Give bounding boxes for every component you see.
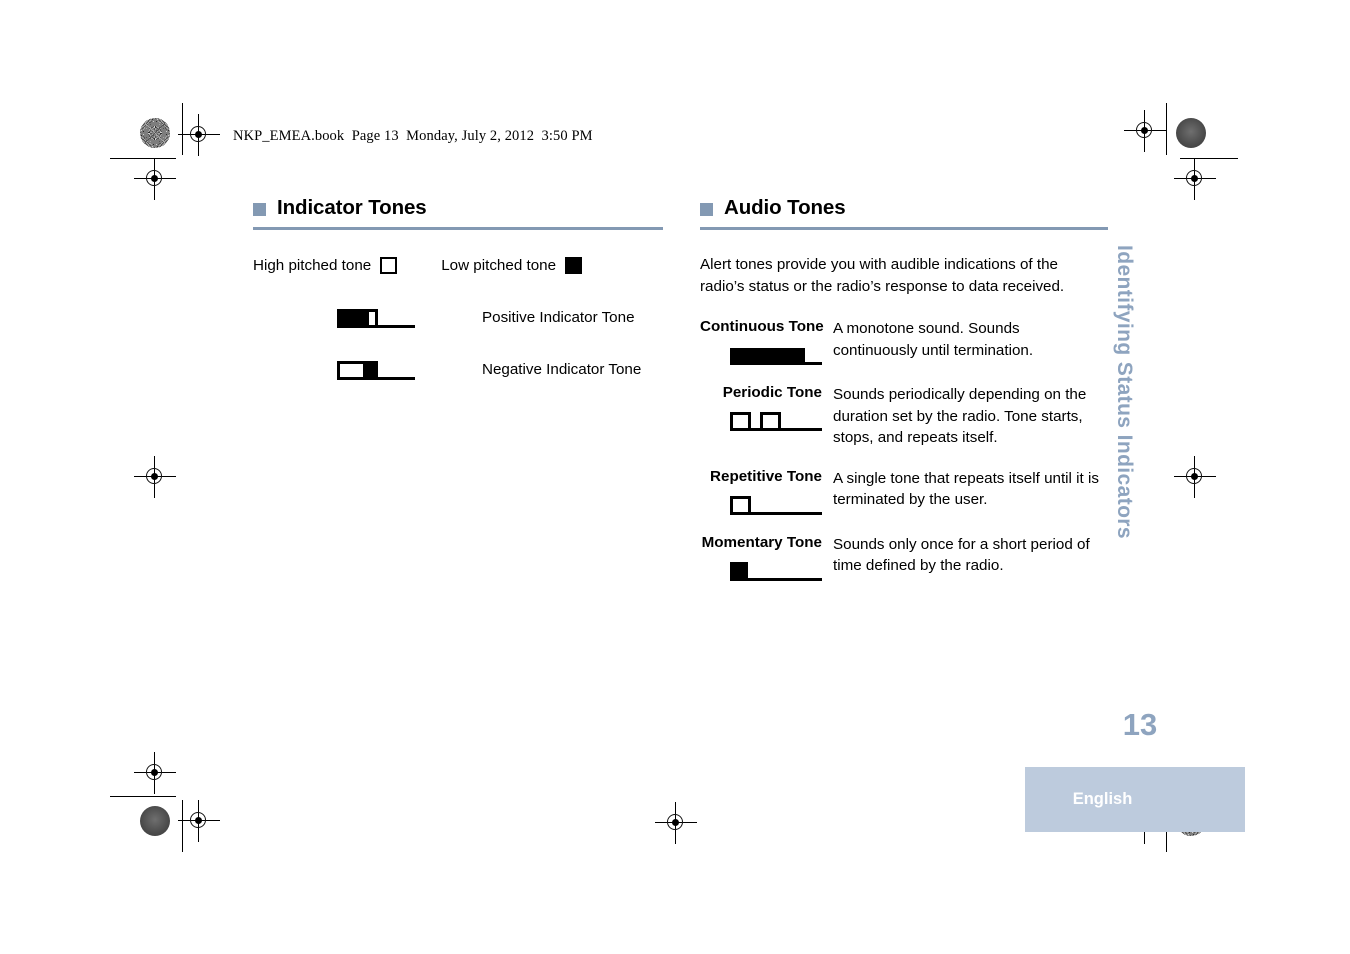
reg-rule-horizontal-top-right xyxy=(1180,158,1238,159)
tone-name-repetitive: Repetitive Tone xyxy=(710,467,822,485)
filled-square-icon xyxy=(565,257,583,274)
tone-left-repetitive: Repetitive Tone xyxy=(700,468,831,515)
indicator-row-negative: Negative Indicator Tone xyxy=(253,358,663,380)
indicator-tones-title: Indicator Tones xyxy=(277,196,427,219)
crosshair-right-upper xyxy=(1174,158,1216,200)
tone-name-continuous: Continuous Tone xyxy=(700,318,824,336)
audio-tones-title: Audio Tones xyxy=(724,196,846,219)
tone-name-periodic: Periodic Tone xyxy=(722,384,822,402)
right-column: Audio Tones Alert tones provide you with… xyxy=(700,196,1108,600)
reg-rule-vertical-top-left xyxy=(182,103,183,155)
crosshair-right-middle xyxy=(1174,456,1216,498)
tone-row-repetitive: Repetitive Tone A single tone that repea… xyxy=(700,468,1108,515)
tone-desc-momentary: Sounds only once for a short period of t… xyxy=(833,535,1090,575)
tone-row-periodic: Periodic Tone Sounds periodically depend… xyxy=(700,384,1108,449)
crosshair-left-middle xyxy=(134,456,176,498)
audio-tones-heading: Audio Tones xyxy=(700,196,1108,224)
indicator-row-positive: Positive Indicator Tone xyxy=(253,306,663,328)
reg-rule-horizontal-bottom-left xyxy=(110,796,176,797)
crosshair-top-right xyxy=(1124,110,1166,152)
square-bullet-icon xyxy=(700,202,713,216)
tone-row-momentary: Momentary Tone Sounds only once for a sh… xyxy=(700,534,1108,581)
chapter-side-tab: Identifying Status Indicators xyxy=(1096,245,1152,565)
moire-circle-top-left xyxy=(140,118,170,148)
tone-name-momentary: Momentary Tone xyxy=(701,533,822,551)
reg-rule-horizontal-top-left xyxy=(110,158,176,159)
tone-desc-continuous: A monotone sound. Sounds continuously un… xyxy=(833,320,1034,359)
language-block: English xyxy=(1025,767,1245,832)
language-label: English xyxy=(1072,790,1133,808)
crosshair-left-lower xyxy=(134,752,176,794)
legend-high-pitched-tone: High pitched tone xyxy=(253,257,398,274)
positive-indicator-waveform-icon xyxy=(337,306,450,328)
negative-indicator-waveform-icon xyxy=(337,358,450,380)
audio-tones-rule xyxy=(700,227,1108,230)
crosshair-bottom-center xyxy=(655,802,697,844)
audio-tones-intro: Alert tones provide you with audible ind… xyxy=(700,256,1065,295)
tone-row-continuous: Continuous Tone A monotone sound. Sounds… xyxy=(700,318,1108,366)
periodic-tone-waveform-icon xyxy=(700,409,822,432)
crosshair-top-left xyxy=(178,114,220,156)
page-number: 13 xyxy=(1122,707,1158,742)
square-bullet-icon xyxy=(253,202,266,216)
audio-tones-table: Continuous Tone A monotone sound. Sounds… xyxy=(700,318,1108,581)
momentary-tone-waveform-icon xyxy=(700,559,822,581)
legend-low-pitched-tone: Low pitched tone xyxy=(441,257,583,274)
indicator-tones-rule xyxy=(253,227,663,230)
open-square-icon xyxy=(380,257,398,274)
negative-indicator-label: Negative Indicator Tone xyxy=(482,360,642,378)
reg-rule-vertical-bottom-left xyxy=(182,800,183,852)
left-column: Indicator Tones High pitched tone Low pi… xyxy=(253,196,663,380)
legend-low-pitched-label: Low pitched tone xyxy=(441,257,557,274)
legend-high-pitched-label: High pitched tone xyxy=(253,257,372,274)
moire-circle-bottom-left xyxy=(140,806,170,836)
pitch-legend: High pitched tone Low pitched tone xyxy=(253,257,663,274)
indicator-tones-heading: Indicator Tones xyxy=(253,196,663,224)
continuous-tone-waveform-icon xyxy=(700,343,822,366)
tone-left-continuous: Continuous Tone xyxy=(700,318,831,366)
tone-left-momentary: Momentary Tone xyxy=(700,534,831,581)
book-header-line: NKP_EMEA.book Page 13 Monday, July 2, 20… xyxy=(233,128,593,144)
chapter-side-tab-label: Identifying Status Indicators xyxy=(1113,245,1136,539)
repetitive-tone-waveform-icon xyxy=(700,493,822,515)
tone-desc-repetitive: A single tone that repeats itself until … xyxy=(833,469,1099,509)
tone-left-periodic: Periodic Tone xyxy=(700,384,831,449)
crosshair-bottom-left xyxy=(178,800,220,842)
moire-circle-top-right xyxy=(1176,118,1206,148)
tone-desc-periodic: Sounds periodically depending on the dur… xyxy=(833,386,1087,447)
positive-indicator-label: Positive Indicator Tone xyxy=(482,308,635,326)
reg-rule-vertical-top-right xyxy=(1166,103,1167,155)
crosshair-left-upper xyxy=(134,158,176,200)
